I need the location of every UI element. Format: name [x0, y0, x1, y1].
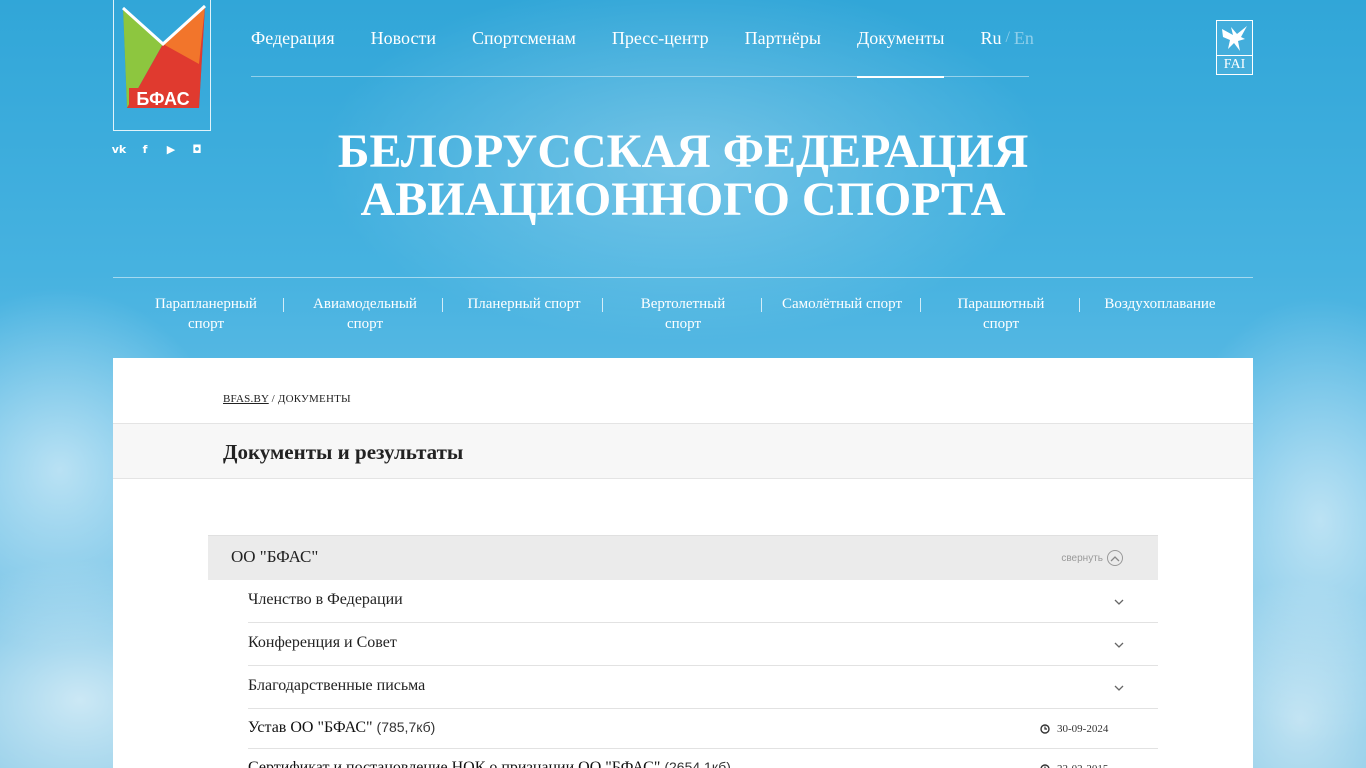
headline-line-1: БЕЛОРУССКАЯ ФЕДЕРАЦИЯ: [337, 125, 1029, 178]
clock-icon: [1040, 764, 1050, 768]
document-date-text: 22-02-2015: [1057, 763, 1108, 768]
chevron-down-icon[interactable]: [1114, 593, 1124, 611]
top-navigation: Федерация Новости Спортсменам Пресс-цент…: [251, 0, 1034, 78]
site-headline: БЕЛОРУССКАЯ ФЕДЕРАЦИЯ АВИАЦИОННОГО СПОРТ…: [0, 128, 1366, 224]
subcategory-label: Благодарственные письма: [248, 677, 426, 694]
lang-ru-link[interactable]: Ru: [980, 28, 1001, 49]
svg-text:БФАС: БФАС: [136, 89, 189, 109]
nav-item-press-center[interactable]: Пресс-центр: [612, 0, 709, 77]
sport-label-2: спорт: [982, 316, 1020, 332]
fai-eagle-icon: [1222, 26, 1247, 51]
federation-logo[interactable]: БФАС: [113, 0, 211, 131]
subcategory-label: Конференция и Совет: [248, 634, 397, 651]
sport-item-aeromodelling[interactable]: Авиамодельный спорт: [303, 294, 427, 334]
sport-divider: [602, 298, 603, 312]
logo-emblem-icon: БФАС: [121, 4, 207, 109]
sport-label: Вертолетный: [640, 296, 726, 312]
headline-line-2: АВИАЦИОННОГО СПОРТА: [360, 173, 1006, 226]
sport-label: Парашютный: [957, 296, 1045, 312]
subcategory-conference[interactable]: Конференция и Совет: [248, 623, 1158, 666]
nav-item-documents[interactable]: Документы: [856, 0, 944, 78]
document-size: (785,7кб): [376, 719, 436, 735]
subcategory-membership[interactable]: Членство в Федерации: [248, 580, 1158, 623]
document-size: (2654,1кб): [664, 759, 731, 768]
sport-divider: [761, 298, 762, 312]
nav-item-partners[interactable]: Партнёры: [745, 0, 821, 77]
document-date: 22-02-2015: [1040, 763, 1108, 768]
main-content: BFAS.BY / ДОКУМЕНТЫ Документы и результа…: [113, 358, 1253, 768]
sport-label: Парапланерный: [155, 296, 257, 312]
nav-item-athletes[interactable]: Спортсменам: [472, 0, 576, 77]
sport-divider: [283, 298, 284, 312]
language-switcher: Ru / En: [980, 0, 1033, 77]
sport-item-paragliding[interactable]: Парапланерный спорт: [143, 294, 269, 334]
subcategory-label: Членство в Федерации: [248, 591, 403, 608]
sports-navigation: Парапланерный спорт Авиамодельный спорт …: [113, 277, 1253, 358]
document-title: Устав ОО "БФАС": [248, 719, 373, 736]
breadcrumb: BFAS.BY / ДОКУМЕНТЫ: [223, 393, 351, 405]
breadcrumb-current: ДОКУМЕНТЫ: [277, 393, 351, 405]
sport-item-ballooning[interactable]: Воздухоплавание: [1097, 294, 1223, 314]
sport-label: Самолётный спорт: [781, 296, 903, 312]
subcategory-letters[interactable]: Благодарственные письма: [248, 666, 1158, 709]
sport-label-2: спорт: [187, 316, 225, 332]
sport-label: Авиамодельный: [313, 296, 417, 312]
sport-divider: [1079, 298, 1080, 312]
sport-label: Планерный спорт: [467, 296, 581, 312]
sport-label: Воздухоплавание: [1104, 296, 1216, 312]
breadcrumb-separator: /: [268, 393, 278, 405]
nav-item-federation[interactable]: Федерация: [251, 0, 335, 77]
document-row[interactable]: Устав ОО "БФАС" (785,7кб) 30-09-2024: [248, 709, 1158, 749]
category-header[interactable]: ОО "БФАС" свернуть: [208, 535, 1158, 580]
document-row[interactable]: Сертификат и постановление НОК о признан…: [248, 749, 1158, 768]
document-link[interactable]: Сертификат и постановление НОК о признан…: [248, 759, 731, 768]
page-title: Документы и результаты: [223, 440, 464, 464]
sport-item-parachuting[interactable]: Парашютный спорт: [939, 294, 1063, 334]
fai-logo[interactable]: FAI: [1216, 20, 1253, 75]
chevron-down-icon[interactable]: [1114, 636, 1124, 654]
fai-label: FAI: [1217, 55, 1252, 73]
chevron-down-icon[interactable]: [1114, 679, 1124, 697]
sport-item-aerobatics[interactable]: Самолётный спорт: [779, 294, 905, 314]
sport-label-2: спорт: [346, 316, 384, 332]
lang-en-link[interactable]: En: [1014, 28, 1034, 49]
lang-separator: /: [1005, 29, 1010, 46]
sport-divider: [920, 298, 921, 312]
sport-item-helicopter[interactable]: Вертолетный спорт: [621, 294, 745, 334]
sport-item-gliding[interactable]: Планерный спорт: [462, 294, 586, 314]
clock-icon: [1040, 724, 1050, 734]
document-title: Сертификат и постановление НОК о признан…: [248, 759, 661, 768]
breadcrumb-home-link[interactable]: BFAS.BY: [223, 393, 269, 405]
sport-divider: [442, 298, 443, 312]
document-date-text: 30-09-2024: [1057, 723, 1109, 735]
page-title-band: Документы и результаты: [113, 423, 1253, 479]
chevron-up-icon: [1107, 550, 1123, 566]
sport-label-2: спорт: [664, 316, 702, 332]
document-link[interactable]: Устав ОО "БФАС" (785,7кб): [248, 719, 435, 737]
collapse-button[interactable]: свернуть: [1061, 550, 1123, 566]
document-date: 30-09-2024: [1040, 723, 1108, 735]
collapse-label: свернуть: [1061, 552, 1103, 564]
nav-item-news[interactable]: Новости: [371, 0, 436, 77]
category-name: ОО "БФАС": [231, 547, 319, 566]
